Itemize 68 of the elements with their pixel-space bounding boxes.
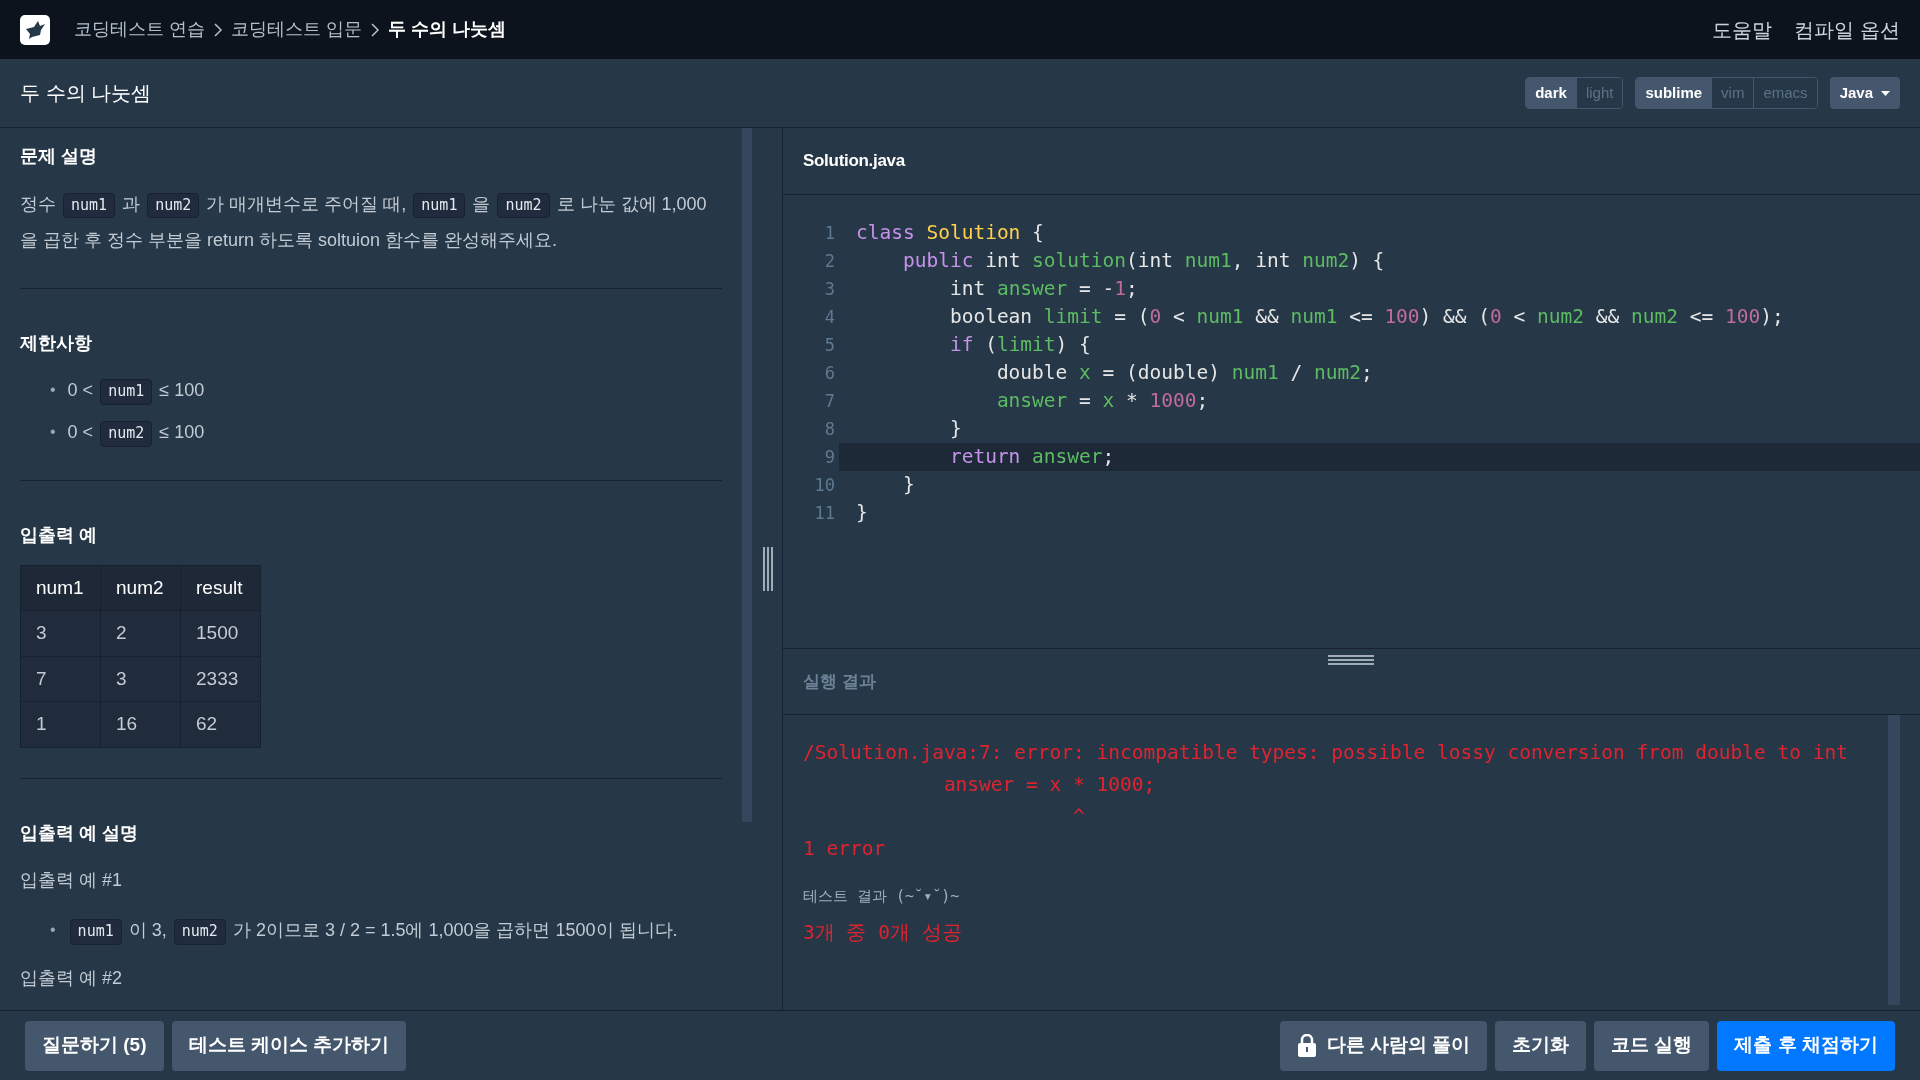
breadcrumb-link[interactable]: 코딩테스트 연습 <box>74 16 205 43</box>
problem-title: 두 수의 나눗셈 <box>20 81 152 106</box>
action-button[interactable]: 코드 실행 <box>1594 1020 1710 1071</box>
chevron-icon <box>213 22 223 37</box>
output-text: 테스트 결과 (~˘▾˘)~ <box>803 886 961 907</box>
breadcrumb-link[interactable]: 코딩테스트 입문 <box>231 16 363 43</box>
code-line: double x = (double) num1 / num2; <box>995 360 1373 387</box>
section-heading: 입출력 예 <box>20 525 98 547</box>
code-line: return answer; <box>948 444 1116 471</box>
bullet-marker: • <box>50 422 56 443</box>
error-message: 3개 중 0개 성공 <box>803 920 963 946</box>
section-heading: 제한사항 <box>20 332 93 355</box>
section-heading: 입출력 예 설명 <box>20 822 139 845</box>
code-line: boolean limit = (0 < num1 && num1 <= 100) && (0 < num2 && num2 <= 100); <box>948 304 1784 331</box>
table-cell: 7 <box>20 656 101 702</box>
logo-icon[interactable] <box>20 14 50 45</box>
description-text: 정수 num1 과 num2 가 매개변수로 주어질 때, num1 을 num2 로 나눈 값에 1,000을 곱한 후 정수 부분을 return 하도록 soltuion 함수를 완성해주세요. <box>20 191 708 252</box>
result-title: 실행 결과 <box>803 670 876 693</box>
table-cell: 62 <box>180 701 261 748</box>
code-line: public int solution(int num1, int num2) { <box>901 248 1385 275</box>
breadcrumb-link[interactable]: 두 수의 나눗셈 <box>388 16 507 43</box>
table-cell: 2333 <box>180 656 261 702</box>
nav-link[interactable]: 도움말 <box>1712 14 1773 45</box>
table-cell: 3 <box>20 610 101 657</box>
column-header: result <box>180 565 261 611</box>
scrollbar-thumb[interactable] <box>742 128 752 822</box>
section-heading: 문제 설명 <box>20 146 98 168</box>
error-message: ^ <box>1072 804 1086 830</box>
code-line: } <box>948 416 962 443</box>
table-cell: 2 <box>100 610 181 657</box>
bullet-item: num1 이 3, num2 가 2이므로 3 / 2 = 1.5에 1,000을 곱하면 1500이 됩니다. <box>67 912 678 949</box>
scrollbar-track[interactable] <box>1888 715 1900 1005</box>
action-button[interactable]: 질문하기 (5) <box>25 1020 164 1071</box>
error-message: answer = x * 1000; <box>942 772 1157 798</box>
caret-icon <box>1881 90 1890 96</box>
file-tab[interactable]: Solution.java <box>803 148 905 174</box>
chevron-icon <box>370 22 381 37</box>
line-number: 9 <box>783 443 839 471</box>
code-line: } <box>901 472 915 499</box>
code-line: answer = x * 1000; <box>995 388 1209 415</box>
table-cell: 3 <box>100 656 181 702</box>
drag-handle-icon[interactable] <box>1327 655 1374 665</box>
code-line: if (limit) { <box>948 332 1091 359</box>
language-dropdown[interactable]: Java <box>1829 76 1900 110</box>
action-button[interactable]: 다른 사람의 풀이 <box>1279 1020 1488 1071</box>
toggle-button[interactable]: dark <box>1526 77 1576 109</box>
code-line: } <box>855 500 868 527</box>
bullet-marker: • <box>50 920 56 941</box>
table-cell: 16 <box>100 701 181 748</box>
description-text: 입출력 예 #2 <box>20 967 124 991</box>
column-header: num2 <box>100 565 181 611</box>
code-line: int answer = -1; <box>948 276 1138 303</box>
action-button[interactable]: 제출 후 채점하기 <box>1717 1020 1895 1071</box>
table-cell: 1500 <box>180 610 261 657</box>
description-text: 입출력 예 #1 <box>20 869 124 893</box>
bullet-marker: • <box>50 380 56 401</box>
action-button[interactable]: 초기화 <box>1495 1020 1587 1071</box>
column-header: num1 <box>20 565 101 611</box>
toggle-button[interactable]: sublime <box>1636 77 1712 109</box>
code-line: class Solution { <box>855 220 1044 247</box>
error-message: /Solution.java:7: error: incompatible types: possible lossy conversion from double to int <box>803 740 1849 766</box>
nav-link[interactable]: 컴파일 옵션 <box>1794 14 1900 45</box>
action-button[interactable]: 테스트 케이스 추가하기 <box>171 1020 407 1071</box>
bullet-item: 0 < num1 ≤ 100 <box>67 372 205 409</box>
drag-handle-icon[interactable] <box>763 547 773 591</box>
error-message: 1 error <box>803 836 887 862</box>
table-cell: 1 <box>20 701 101 748</box>
bullet-item: 0 < num2 ≤ 100 <box>67 414 205 451</box>
